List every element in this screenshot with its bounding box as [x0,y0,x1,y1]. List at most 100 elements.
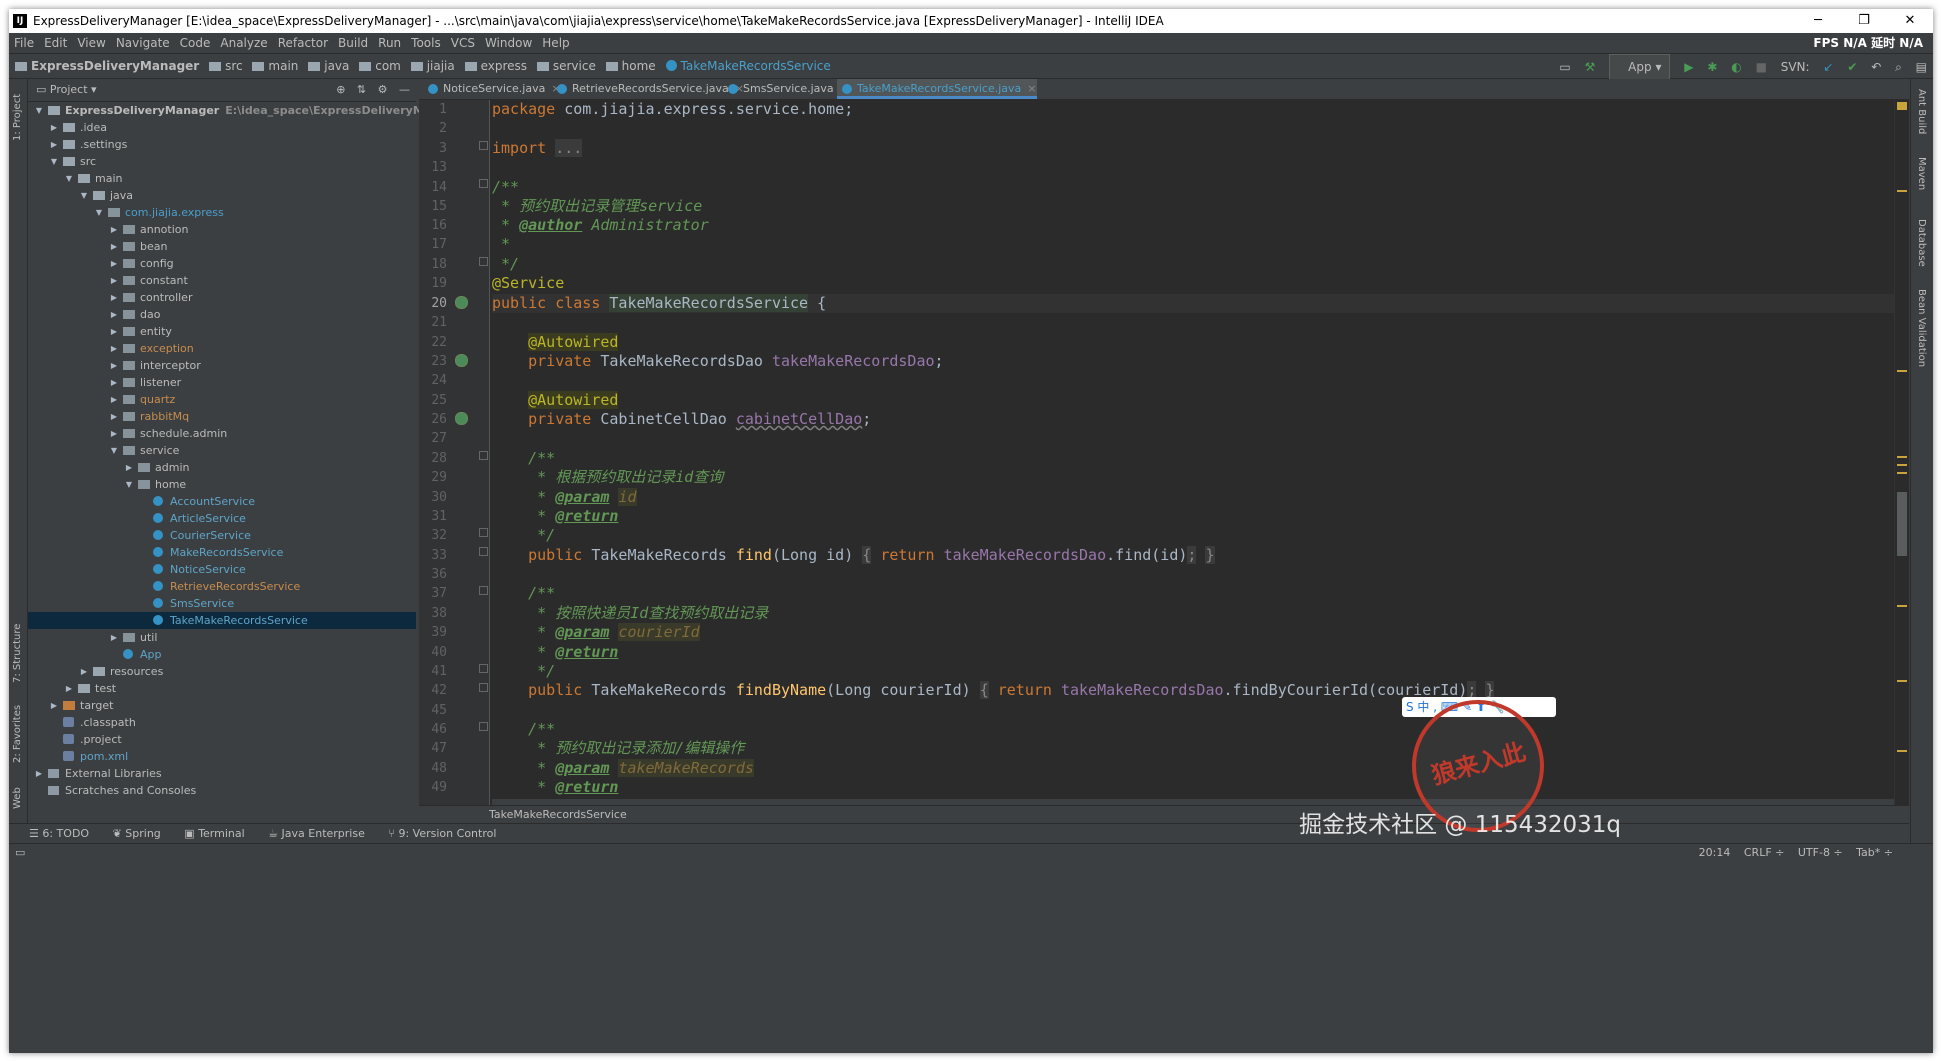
crumb-com[interactable]: com [359,54,401,78]
menu-tools[interactable]: Tools [406,33,446,53]
crumb-service[interactable]: service [536,54,596,78]
editor-gutter[interactable]: 1 2 3 13 14 15 16 17 18 19 20 21 22 23 24 25 26 27 28 29 30 3… [419,100,490,805]
expand-arrow-icon[interactable]: ▼ [109,442,119,459]
menu-code[interactable]: Code [175,33,216,53]
maven-tab[interactable]: Maven [1911,157,1933,217]
tree-item[interactable]: .project [28,731,416,748]
bean-validation-tab[interactable]: Bean Validation [1911,289,1933,379]
tree-item[interactable]: ▼ home [28,476,416,493]
locate-icon[interactable]: ⊕ [336,83,345,96]
tree-item[interactable]: pom.xml [28,748,416,765]
tree-item[interactable]: ▶ admin [28,459,416,476]
error-stripe-marker[interactable] [1897,456,1907,458]
line-number[interactable]: 26 [419,410,447,429]
expand-arrow-icon[interactable]: ▼ [124,476,134,493]
expand-arrow-icon[interactable]: ▼ [79,187,89,204]
collapse-arrow-icon[interactable]: ▶ [109,306,119,323]
minimize-button[interactable]: ─ [1795,9,1841,33]
collapse-icon[interactable]: ⇅ [357,83,366,96]
line-number[interactable]: 22 [419,333,447,352]
menu-help[interactable]: Help [537,33,574,53]
build-hammer-icon[interactable]: ⚒ [1585,55,1596,79]
project-tool-tab[interactable]: 1: Project [9,79,27,149]
crumb-express[interactable]: express [464,54,527,78]
fold-marker-icon[interactable] [479,683,488,692]
collapse-arrow-icon[interactable]: ▶ [109,323,119,340]
tree-item[interactable]: AccountService [28,493,416,510]
fold-marker-icon[interactable] [479,547,488,556]
line-number[interactable]: 32 [419,526,447,545]
line-number[interactable]: 3 [419,139,447,158]
crumb-project[interactable]: ExpressDeliveryManager [15,54,199,78]
maximize-button[interactable]: ❐ [1841,9,1887,33]
tree-item[interactable]: SmsService [28,595,416,612]
fold-marker-icon[interactable] [479,722,488,731]
line-number[interactable]: 47 [419,739,447,758]
tree-item[interactable]: MakeRecordsService [28,544,416,561]
web-tool-tab[interactable]: Web [9,779,27,819]
menu-edit[interactable]: Edit [39,33,72,53]
layout-icon[interactable]: ▭ [1559,55,1570,79]
line-number[interactable]: 48 [419,759,447,778]
tree-item[interactable]: ▶ exception [28,340,416,357]
line-number[interactable]: 1 [419,100,447,119]
error-stripe-marker[interactable] [1897,680,1907,682]
line-number[interactable]: 16 [419,216,447,235]
tab-retrieve-records-service[interactable]: RetrieveRecordsService.java × [552,79,744,99]
svn-update-icon[interactable]: ↙ [1823,55,1833,79]
undo-icon[interactable]: ↶ [1871,55,1881,79]
tree-item[interactable]: CourierService [28,527,416,544]
line-number[interactable]: 28 [419,449,447,468]
expand-arrow-icon[interactable]: ▼ [64,170,74,187]
collapse-arrow-icon[interactable]: ▶ [109,391,119,408]
line-number[interactable]: 36 [419,565,447,584]
tree-item[interactable]: ▶ annotion [28,221,416,238]
line-number[interactable]: 31 [419,507,447,526]
crumb-class[interactable]: TakeMakeRecordsService [665,54,831,78]
line-number[interactable]: 2 [419,119,447,138]
line-number[interactable]: 19 [419,274,447,293]
tree-item[interactable]: Scratches and Consoles [28,782,416,799]
error-stripe-marker[interactable] [1897,750,1907,752]
settings-gear-icon[interactable]: ⚙ [378,83,388,96]
tree-item[interactable]: ▶ interceptor [28,357,416,374]
collapse-arrow-icon[interactable]: ▶ [109,408,119,425]
line-number[interactable]: 33 [419,546,447,565]
tree-item[interactable]: NoticeService [28,561,416,578]
debug-icon[interactable]: ✱ [1707,55,1717,79]
collapse-arrow-icon[interactable]: ▶ [79,663,89,680]
collapse-arrow-icon[interactable]: ▶ [49,119,59,136]
collapse-arrow-icon[interactable]: ▶ [64,680,74,697]
tree-item[interactable]: ▶ .idea [28,119,416,136]
line-number[interactable]: 14 [419,178,447,197]
menu-build[interactable]: Build [333,33,373,53]
crumb-main[interactable]: main [252,54,298,78]
stop-icon[interactable]: ■ [1756,55,1767,79]
line-number[interactable]: 21 [419,313,447,332]
line-number[interactable]: 38 [419,604,447,623]
collapse-arrow-icon[interactable]: ▶ [109,425,119,442]
editor-breadcrumb[interactable]: TakeMakeRecordsService [419,805,1909,823]
line-number[interactable]: 25 [419,391,447,410]
line-number[interactable]: 42 [419,681,447,700]
structure-tool-tab[interactable]: 7: Structure [9,619,27,689]
scrollbar-thumb[interactable] [1897,492,1907,556]
tab-take-make-records-service[interactable]: TakeMakeRecordsService.java × [837,79,1037,99]
tab-close-icon[interactable]: × [1027,82,1036,95]
error-stripe-marker[interactable] [1897,605,1907,607]
fold-marker-icon[interactable] [479,451,488,460]
menu-refactor[interactable]: Refactor [273,33,333,53]
line-number[interactable]: 49 [419,778,447,797]
fold-marker-icon[interactable] [479,257,488,266]
expand-arrow-icon[interactable]: ▼ [49,153,59,170]
database-tab[interactable]: Database [1911,219,1933,279]
menu-vcs[interactable]: VCS [446,33,480,53]
collapse-arrow-icon[interactable]: ▶ [109,221,119,238]
close-button[interactable]: ✕ [1887,9,1933,33]
collapse-arrow-icon[interactable]: ▶ [109,629,119,646]
collapse-arrow-icon[interactable]: ▶ [109,340,119,357]
crumb-src[interactable]: src [209,54,243,78]
todo-tab[interactable]: ☰ 6: TODO [29,824,89,844]
tree-item[interactable]: ▶ resources [28,663,416,680]
line-number[interactable]: 45 [419,701,447,720]
